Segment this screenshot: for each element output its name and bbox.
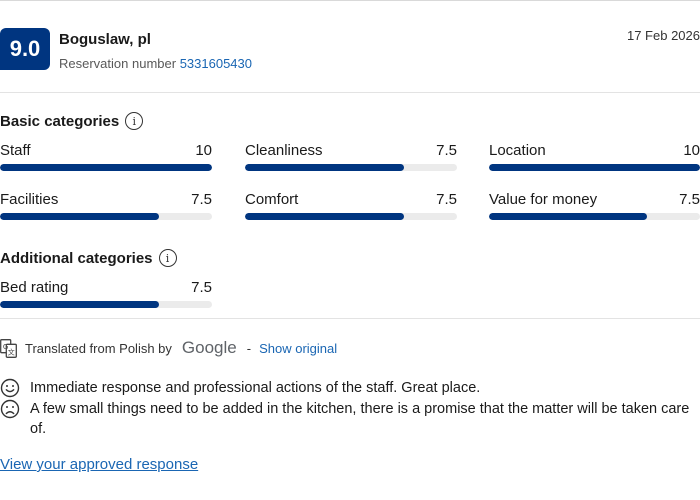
reservation-info: Reservation number 5331605430 xyxy=(59,56,252,71)
rating-bar-fill xyxy=(489,164,700,171)
positive-comment: Immediate response and professional acti… xyxy=(0,378,700,398)
category-label: Facilities xyxy=(0,191,59,208)
rating-bar xyxy=(245,213,457,220)
basic-categories-title: Basic categories xyxy=(0,112,120,130)
category-label: Location xyxy=(489,142,546,159)
smiley-face-icon xyxy=(0,378,20,398)
category-label: Comfort xyxy=(245,191,299,208)
google-logo: Google xyxy=(181,338,237,357)
reservation-number-link[interactable]: 5331605430 xyxy=(180,56,252,71)
category-label: Staff xyxy=(0,142,31,159)
category-value: 10 xyxy=(195,142,212,159)
rating-bar-fill xyxy=(245,164,404,171)
translate-icon: G 文 xyxy=(0,338,17,358)
category-cleanliness: Cleanliness 7.5 xyxy=(245,142,457,174)
reservation-label: Reservation number xyxy=(59,56,177,71)
frowning-face-icon xyxy=(0,399,20,419)
rating-bar xyxy=(0,301,212,308)
info-icon[interactable]: i xyxy=(125,112,144,130)
rating-bar xyxy=(0,164,212,171)
rating-bar xyxy=(245,164,457,171)
top-divider xyxy=(0,0,700,1)
category-location: Location 10 xyxy=(489,142,700,174)
category-value: 7.5 xyxy=(436,191,457,208)
show-original-link[interactable]: Show original xyxy=(259,341,337,356)
rating-bar-fill xyxy=(0,164,212,171)
rating-bar xyxy=(0,213,212,220)
additional-categories-title: Additional categories xyxy=(0,249,153,267)
header-divider xyxy=(0,92,700,93)
review-header: 9.0 Boguslaw, pl Reservation number 5331… xyxy=(0,18,700,78)
review-date: 17 Feb 2026 xyxy=(626,28,700,43)
additional-categories-heading: Additional categories i xyxy=(0,249,177,267)
category-value: 7.5 xyxy=(679,191,700,208)
rating-bar xyxy=(489,213,700,220)
rating-bar-fill xyxy=(245,213,404,220)
category-label: Cleanliness xyxy=(245,142,323,159)
category-value: 7.5 xyxy=(191,191,212,208)
reviewer-name: Boguslaw, pl xyxy=(59,31,151,48)
basic-categories-heading: Basic categories i xyxy=(0,112,144,130)
category-value-for-money: Value for money 7.5 xyxy=(489,191,700,223)
translation-separator: - xyxy=(246,340,252,356)
negative-comment: A few small things need to be added in t… xyxy=(0,399,700,439)
rating-bar-fill xyxy=(0,213,159,220)
rating-bar-fill xyxy=(0,301,159,308)
category-facilities: Facilities 7.5 xyxy=(0,191,212,223)
category-value: 10 xyxy=(683,142,700,159)
positive-comment-text: Immediate response and professional acti… xyxy=(30,380,481,396)
category-staff: Staff 10 xyxy=(0,142,212,174)
category-label: Value for money xyxy=(489,191,598,208)
translation-note: G 文 Translated from Polish by Google - S… xyxy=(0,338,337,358)
info-icon[interactable]: i xyxy=(158,249,177,267)
svg-text:文: 文 xyxy=(8,347,15,356)
category-value: 7.5 xyxy=(436,142,457,159)
view-approved-response-link[interactable]: View your approved response xyxy=(0,456,198,473)
categories-divider xyxy=(0,318,700,319)
negative-comment-body: A few small things need to be added in t… xyxy=(30,401,690,437)
rating-bar xyxy=(489,164,700,171)
category-bed-rating: Bed rating 7.5 xyxy=(0,279,212,311)
negative-comment-text: A few small things need to be added in t… xyxy=(30,399,700,439)
category-value: 7.5 xyxy=(191,279,212,296)
score-badge: 9.0 xyxy=(0,28,50,70)
translation-text: Translated from Polish by xyxy=(25,340,172,356)
rating-bar-fill xyxy=(489,213,648,220)
category-label: Bed rating xyxy=(0,279,69,296)
category-comfort: Comfort 7.5 xyxy=(245,191,457,223)
